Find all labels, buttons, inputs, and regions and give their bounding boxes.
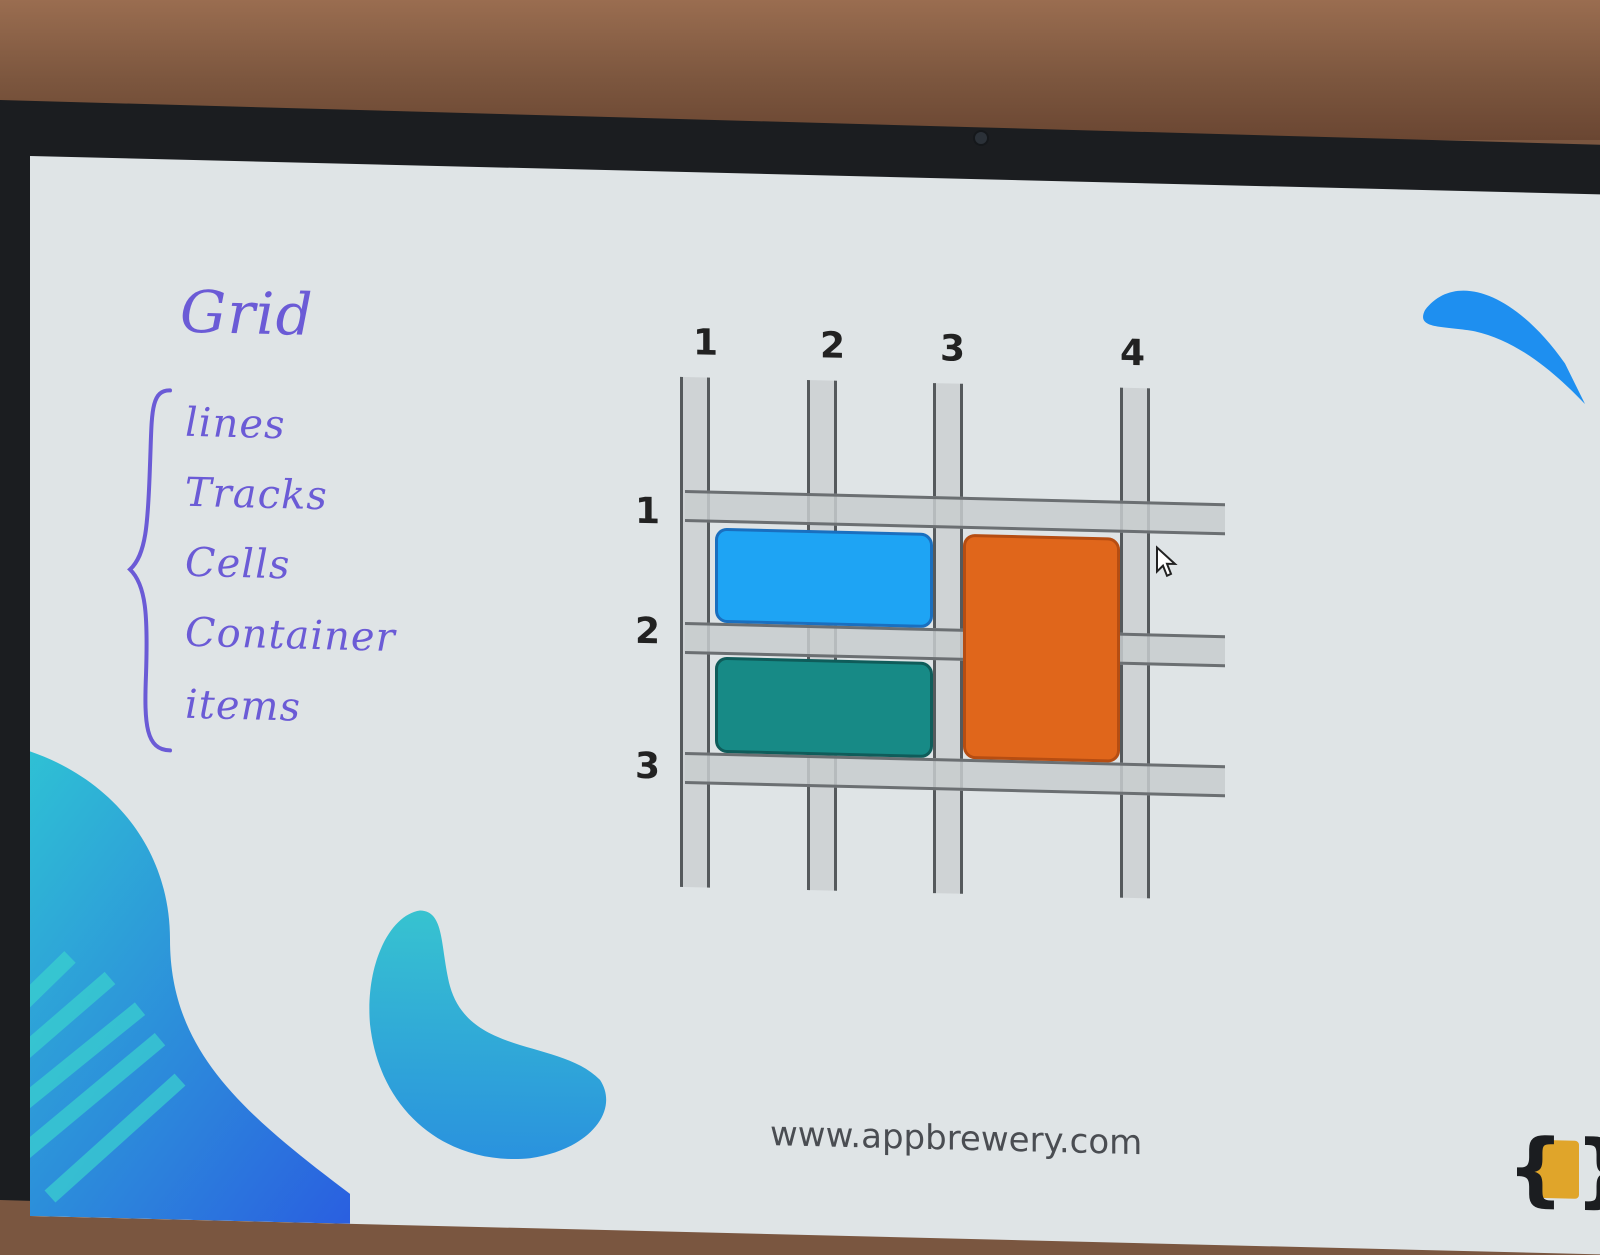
note-item-tracks: Tracks bbox=[185, 469, 328, 520]
grid-diagram: 1 2 3 4 1 2 3 bbox=[630, 321, 1270, 937]
curly-brace-icon bbox=[127, 388, 172, 753]
footer-url: www.appbrewery.com bbox=[770, 1114, 1143, 1164]
decorative-swoosh-top-right bbox=[1423, 290, 1585, 405]
svg-text:{: { bbox=[1507, 1121, 1564, 1215]
note-item-lines: lines bbox=[185, 399, 286, 449]
svg-text:}: } bbox=[1575, 1123, 1600, 1217]
mouse-cursor-icon bbox=[1156, 545, 1178, 578]
handwritten-title: Grid bbox=[180, 277, 314, 349]
grid-item-teal bbox=[715, 656, 933, 759]
column-line-label-2: 2 bbox=[820, 325, 846, 367]
column-line-label-1: 1 bbox=[693, 322, 719, 364]
column-line-label-3: 3 bbox=[940, 328, 966, 370]
app-brewery-logo-icon: { } bbox=[1507, 1121, 1600, 1217]
note-item-items: items bbox=[185, 681, 301, 731]
row-line-label-3: 3 bbox=[635, 745, 661, 788]
webcam bbox=[975, 132, 987, 144]
note-item-cells: Cells bbox=[185, 539, 291, 589]
grid-item-blue bbox=[715, 527, 933, 629]
slide-screen: Grid lines Tracks Cells Container items … bbox=[30, 156, 1600, 1255]
row-line-label-2: 2 bbox=[635, 610, 661, 653]
grid-item-orange bbox=[963, 533, 1120, 763]
row-line-label-1: 1 bbox=[635, 490, 661, 533]
column-line-label-4: 4 bbox=[1120, 332, 1146, 375]
decorative-drop-shape bbox=[369, 910, 607, 1160]
note-item-container: Container bbox=[185, 609, 396, 661]
